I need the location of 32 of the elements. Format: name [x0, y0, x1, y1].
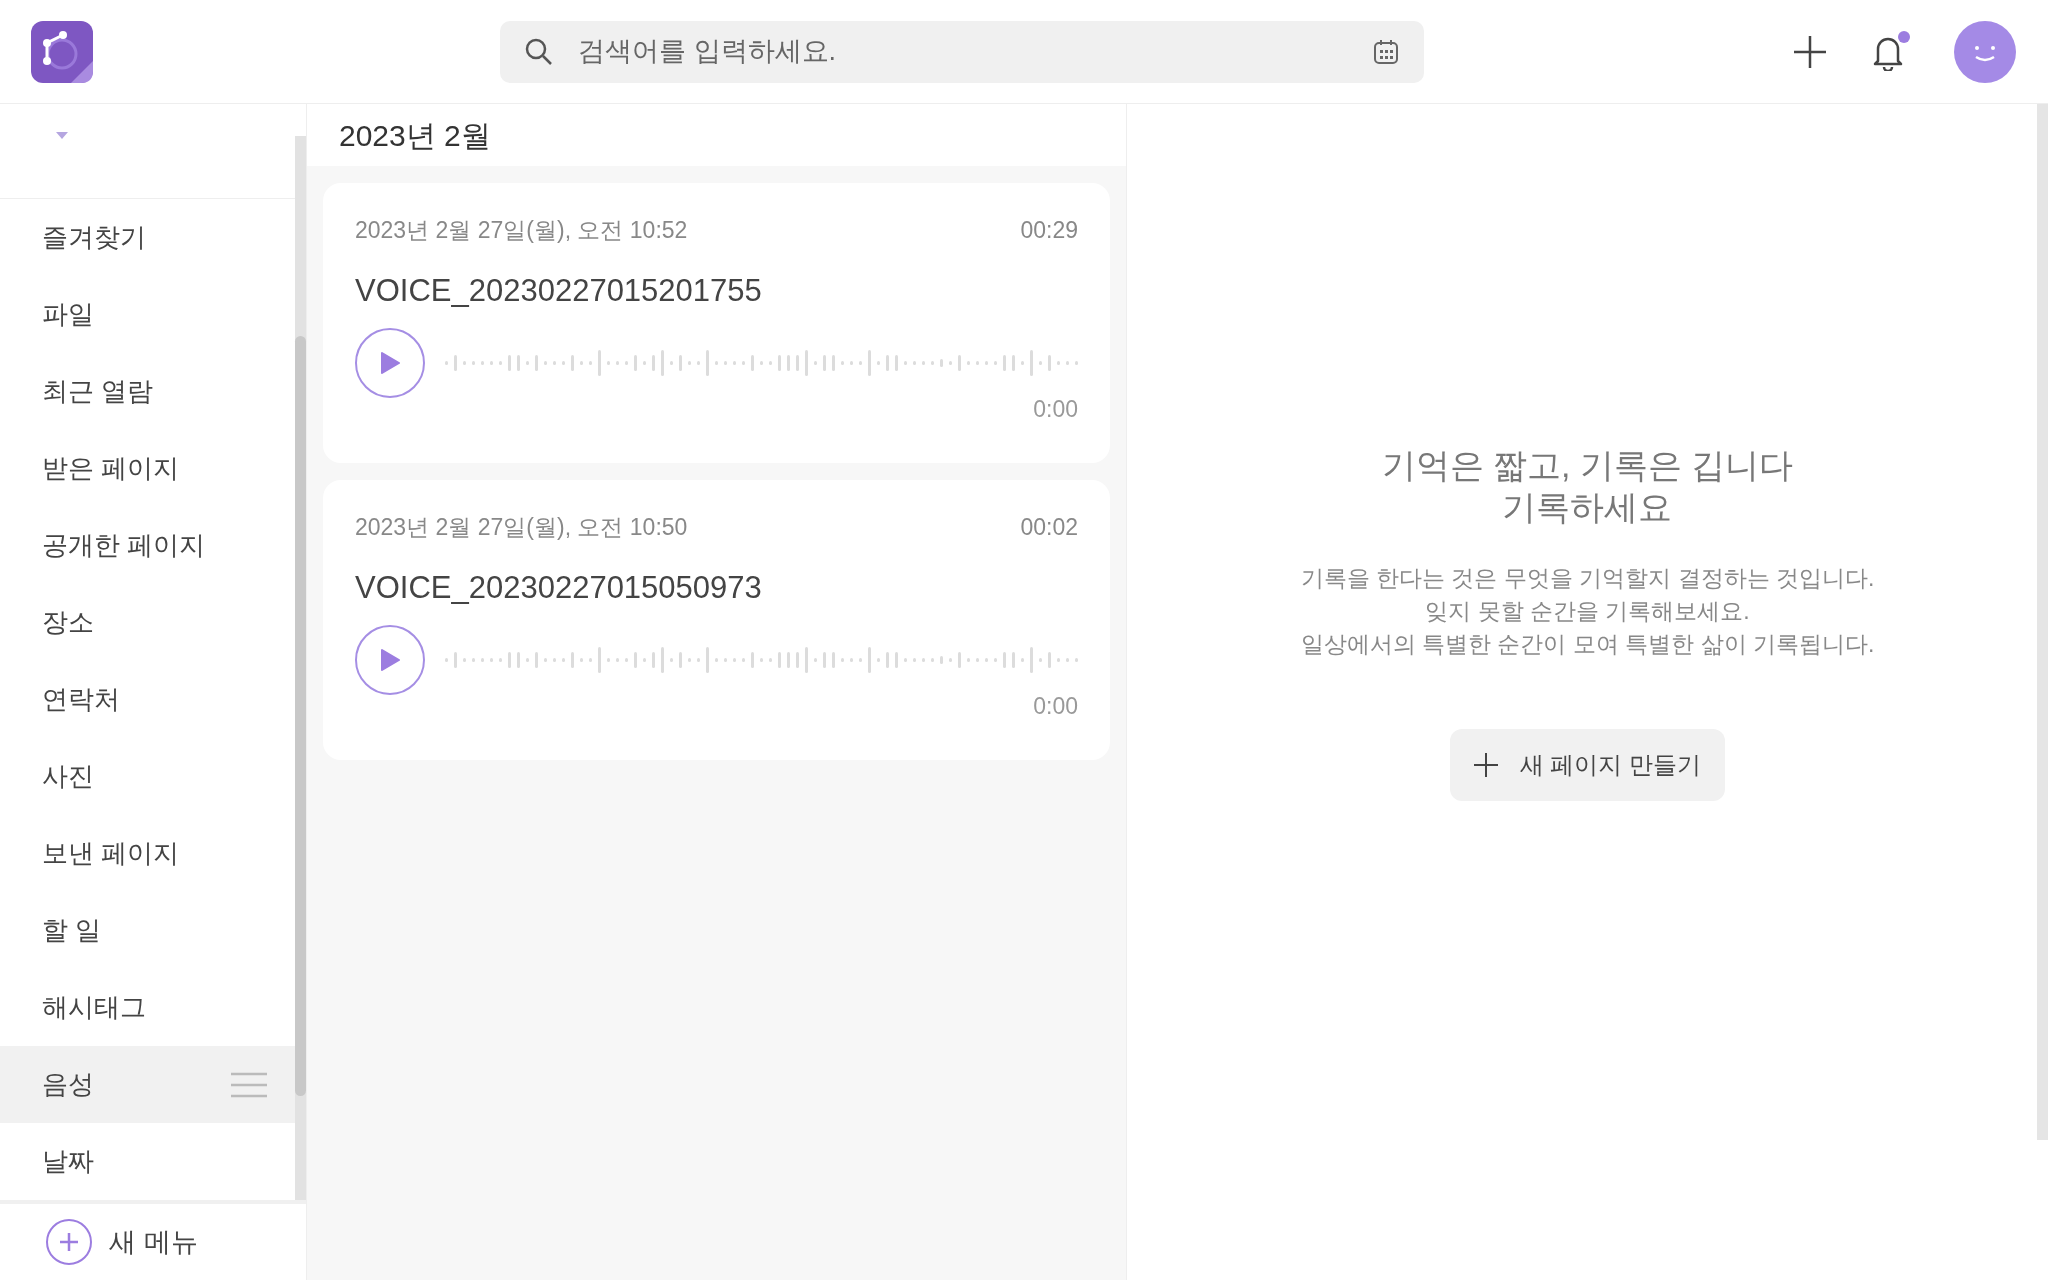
play-icon — [380, 352, 400, 374]
recording-card[interactable]: 2023년 2월 27일(월), 오전 10:50 00:02 VOICE_20230227015050973 0:00 — [323, 480, 1110, 760]
playback-position: 0:00 — [1033, 692, 1078, 721]
recording-duration: 00:29 — [1020, 216, 1078, 245]
scrollbar[interactable] — [295, 136, 306, 1200]
recording-title: VOICE_20230227015201755 — [355, 271, 763, 310]
month-heading: 2023년 2월 — [339, 117, 491, 154]
recording-date: 2023년 2월 27일(월), 오전 10:50 — [355, 513, 688, 542]
recording-date: 2023년 2월 27일(월), 오전 10:52 — [355, 216, 688, 245]
search-input: 검색어를 입력하세요. — [578, 31, 1348, 72]
add-icon[interactable] — [1792, 33, 1828, 70]
avatar-icon[interactable] — [1954, 20, 2016, 83]
calendar-icon[interactable] — [1372, 37, 1400, 66]
search-field[interactable]: 검색어를 입력하세요. — [500, 20, 1424, 83]
scrollbar[interactable] — [2037, 104, 2048, 1140]
playback-position: 0:00 — [1033, 395, 1078, 424]
caret-icon[interactable] — [56, 132, 68, 140]
app-logo-icon[interactable] — [31, 20, 93, 83]
recording-title: VOICE_20230227015050973 — [355, 568, 763, 607]
drag-handle-icon[interactable] — [231, 1071, 267, 1098]
plus-icon — [1473, 753, 1498, 777]
empty-state-description: 기록을 한다는 것은 무엇을 기억할지 결정하는 것입니다. 잊지 못할 순간을 기록해보세요. 일상에서의 특별한 순간이 모여 특별한 삶이 기록됩니다. — [1300, 564, 1875, 659]
recording-card[interactable]: 2023년 2월 27일(월), 오전 10:52 00:29 VOICE_20230227015201755 0:00 — [323, 183, 1110, 463]
sidebar-item[interactable]: 음성 — [0, 1046, 295, 1123]
recording-duration: 00:02 — [1020, 513, 1078, 542]
play-button[interactable] — [355, 625, 425, 695]
new-page-button[interactable]: 새 페이지 만들기 — [1449, 729, 1726, 801]
search-icon — [524, 36, 554, 67]
empty-state-heading: 기억은 짧고, 기록은 깁니다 기록하세요 — [1381, 445, 1794, 528]
play-icon — [380, 649, 400, 671]
play-button[interactable] — [355, 328, 425, 398]
plus-circle-icon — [45, 1218, 93, 1266]
